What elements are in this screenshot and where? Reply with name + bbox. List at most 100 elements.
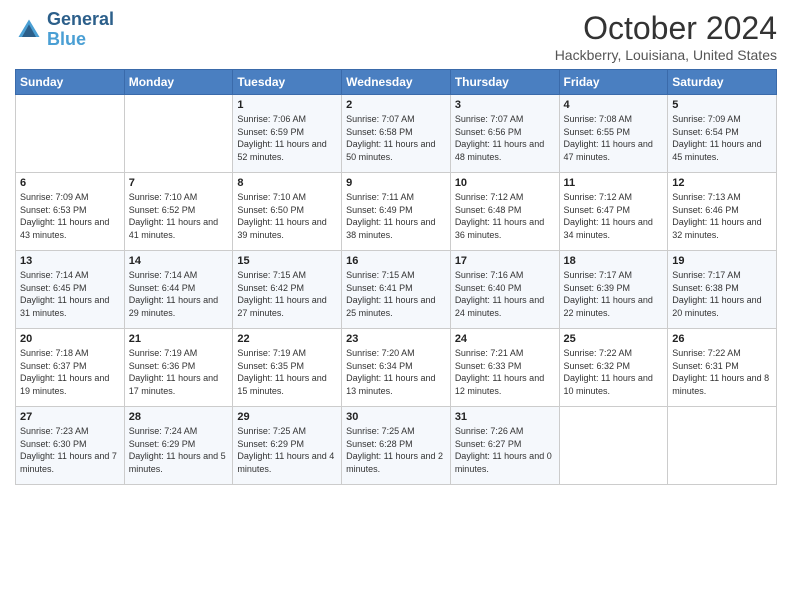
daylight-text: Daylight: 11 hours and 48 minutes. xyxy=(455,139,544,162)
cell-w2-d2: 7 Sunrise: 7:10 AM Sunset: 6:52 PM Dayli… xyxy=(124,173,233,251)
sunset-text: Sunset: 6:42 PM xyxy=(237,283,304,293)
sunset-text: Sunset: 6:49 PM xyxy=(346,205,413,215)
day-number: 15 xyxy=(237,255,337,267)
day-info: Sunrise: 7:08 AM Sunset: 6:55 PM Dayligh… xyxy=(564,113,664,163)
sunset-text: Sunset: 6:29 PM xyxy=(237,439,304,449)
day-info: Sunrise: 7:11 AM Sunset: 6:49 PM Dayligh… xyxy=(346,191,446,241)
location-title: Hackberry, Louisiana, United States xyxy=(555,47,777,63)
cell-w1-d4: 2 Sunrise: 7:07 AM Sunset: 6:58 PM Dayli… xyxy=(342,95,451,173)
cell-w4-d4: 23 Sunrise: 7:20 AM Sunset: 6:34 PM Dayl… xyxy=(342,329,451,407)
cell-w3-d5: 17 Sunrise: 7:16 AM Sunset: 6:40 PM Dayl… xyxy=(450,251,559,329)
day-info: Sunrise: 7:20 AM Sunset: 6:34 PM Dayligh… xyxy=(346,347,446,397)
day-number: 18 xyxy=(564,255,664,267)
sunset-text: Sunset: 6:34 PM xyxy=(346,361,413,371)
sunset-text: Sunset: 6:45 PM xyxy=(20,283,87,293)
sunset-text: Sunset: 6:37 PM xyxy=(20,361,87,371)
day-info: Sunrise: 7:21 AM Sunset: 6:33 PM Dayligh… xyxy=(455,347,555,397)
sunset-text: Sunset: 6:47 PM xyxy=(564,205,631,215)
day-number: 6 xyxy=(20,177,120,189)
day-number: 2 xyxy=(346,99,446,111)
sunrise-text: Sunrise: 7:12 AM xyxy=(564,192,633,202)
calendar-table: Sunday Monday Tuesday Wednesday Thursday… xyxy=(15,69,777,485)
sunrise-text: Sunrise: 7:06 AM xyxy=(237,114,306,124)
sunset-text: Sunset: 6:40 PM xyxy=(455,283,522,293)
sunrise-text: Sunrise: 7:18 AM xyxy=(20,348,89,358)
cell-w2-d1: 6 Sunrise: 7:09 AM Sunset: 6:53 PM Dayli… xyxy=(16,173,125,251)
cell-w5-d6 xyxy=(559,407,668,485)
cell-w1-d2 xyxy=(124,95,233,173)
day-number: 21 xyxy=(129,333,229,345)
day-number: 26 xyxy=(672,333,772,345)
sunrise-text: Sunrise: 7:22 AM xyxy=(672,348,741,358)
day-number: 8 xyxy=(237,177,337,189)
day-info: Sunrise: 7:10 AM Sunset: 6:52 PM Dayligh… xyxy=(129,191,229,241)
daylight-text: Daylight: 11 hours and 31 minutes. xyxy=(20,295,109,318)
sunrise-text: Sunrise: 7:24 AM xyxy=(129,426,198,436)
day-number: 14 xyxy=(129,255,229,267)
day-number: 22 xyxy=(237,333,337,345)
day-number: 9 xyxy=(346,177,446,189)
daylight-text: Daylight: 11 hours and 43 minutes. xyxy=(20,217,109,240)
sunrise-text: Sunrise: 7:09 AM xyxy=(20,192,89,202)
sunrise-text: Sunrise: 7:23 AM xyxy=(20,426,89,436)
day-info: Sunrise: 7:07 AM Sunset: 6:58 PM Dayligh… xyxy=(346,113,446,163)
daylight-text: Daylight: 11 hours and 36 minutes. xyxy=(455,217,544,240)
cell-w5-d2: 28 Sunrise: 7:24 AM Sunset: 6:29 PM Dayl… xyxy=(124,407,233,485)
daylight-text: Daylight: 11 hours and 50 minutes. xyxy=(346,139,435,162)
sunrise-text: Sunrise: 7:20 AM xyxy=(346,348,415,358)
day-number: 11 xyxy=(564,177,664,189)
cell-w2-d6: 11 Sunrise: 7:12 AM Sunset: 6:47 PM Dayl… xyxy=(559,173,668,251)
cell-w4-d1: 20 Sunrise: 7:18 AM Sunset: 6:37 PM Dayl… xyxy=(16,329,125,407)
day-info: Sunrise: 7:18 AM Sunset: 6:37 PM Dayligh… xyxy=(20,347,120,397)
cell-w5-d4: 30 Sunrise: 7:25 AM Sunset: 6:28 PM Dayl… xyxy=(342,407,451,485)
day-info: Sunrise: 7:13 AM Sunset: 6:46 PM Dayligh… xyxy=(672,191,772,241)
daylight-text: Daylight: 11 hours and 41 minutes. xyxy=(129,217,218,240)
day-number: 4 xyxy=(564,99,664,111)
sunrise-text: Sunrise: 7:19 AM xyxy=(237,348,306,358)
header-row: Sunday Monday Tuesday Wednesday Thursday… xyxy=(16,70,777,95)
week-row-3: 13 Sunrise: 7:14 AM Sunset: 6:45 PM Dayl… xyxy=(16,251,777,329)
sunrise-text: Sunrise: 7:19 AM xyxy=(129,348,198,358)
sunset-text: Sunset: 6:30 PM xyxy=(20,439,87,449)
day-info: Sunrise: 7:19 AM Sunset: 6:36 PM Dayligh… xyxy=(129,347,229,397)
header-friday: Friday xyxy=(559,70,668,95)
sunset-text: Sunset: 6:56 PM xyxy=(455,127,522,137)
day-number: 1 xyxy=(237,99,337,111)
sunrise-text: Sunrise: 7:16 AM xyxy=(455,270,524,280)
month-title: October 2024 xyxy=(555,10,777,47)
cell-w4-d5: 24 Sunrise: 7:21 AM Sunset: 6:33 PM Dayl… xyxy=(450,329,559,407)
header-wednesday: Wednesday xyxy=(342,70,451,95)
day-info: Sunrise: 7:09 AM Sunset: 6:53 PM Dayligh… xyxy=(20,191,120,241)
day-info: Sunrise: 7:06 AM Sunset: 6:59 PM Dayligh… xyxy=(237,113,337,163)
sunset-text: Sunset: 6:48 PM xyxy=(455,205,522,215)
week-row-5: 27 Sunrise: 7:23 AM Sunset: 6:30 PM Dayl… xyxy=(16,407,777,485)
sunrise-text: Sunrise: 7:10 AM xyxy=(237,192,306,202)
day-number: 16 xyxy=(346,255,446,267)
day-number: 23 xyxy=(346,333,446,345)
cell-w2-d4: 9 Sunrise: 7:11 AM Sunset: 6:49 PM Dayli… xyxy=(342,173,451,251)
daylight-text: Daylight: 11 hours and 5 minutes. xyxy=(129,451,226,474)
cell-w1-d7: 5 Sunrise: 7:09 AM Sunset: 6:54 PM Dayli… xyxy=(668,95,777,173)
header-sunday: Sunday xyxy=(16,70,125,95)
day-info: Sunrise: 7:23 AM Sunset: 6:30 PM Dayligh… xyxy=(20,425,120,475)
day-number: 31 xyxy=(455,411,555,423)
day-info: Sunrise: 7:17 AM Sunset: 6:39 PM Dayligh… xyxy=(564,269,664,319)
day-number: 24 xyxy=(455,333,555,345)
header-thursday: Thursday xyxy=(450,70,559,95)
sunrise-text: Sunrise: 7:25 AM xyxy=(237,426,306,436)
day-info: Sunrise: 7:12 AM Sunset: 6:47 PM Dayligh… xyxy=(564,191,664,241)
daylight-text: Daylight: 11 hours and 4 minutes. xyxy=(237,451,334,474)
day-info: Sunrise: 7:26 AM Sunset: 6:27 PM Dayligh… xyxy=(455,425,555,475)
cell-w5-d1: 27 Sunrise: 7:23 AM Sunset: 6:30 PM Dayl… xyxy=(16,407,125,485)
daylight-text: Daylight: 11 hours and 39 minutes. xyxy=(237,217,326,240)
sunset-text: Sunset: 6:44 PM xyxy=(129,283,196,293)
cell-w3-d3: 15 Sunrise: 7:15 AM Sunset: 6:42 PM Dayl… xyxy=(233,251,342,329)
day-number: 29 xyxy=(237,411,337,423)
page: General Blue October 2024 Hackberry, Lou… xyxy=(0,0,792,612)
day-info: Sunrise: 7:09 AM Sunset: 6:54 PM Dayligh… xyxy=(672,113,772,163)
logo: General Blue xyxy=(15,10,114,50)
cell-w3-d1: 13 Sunrise: 7:14 AM Sunset: 6:45 PM Dayl… xyxy=(16,251,125,329)
sunrise-text: Sunrise: 7:13 AM xyxy=(672,192,741,202)
cell-w4-d7: 26 Sunrise: 7:22 AM Sunset: 6:31 PM Dayl… xyxy=(668,329,777,407)
day-info: Sunrise: 7:25 AM Sunset: 6:28 PM Dayligh… xyxy=(346,425,446,475)
